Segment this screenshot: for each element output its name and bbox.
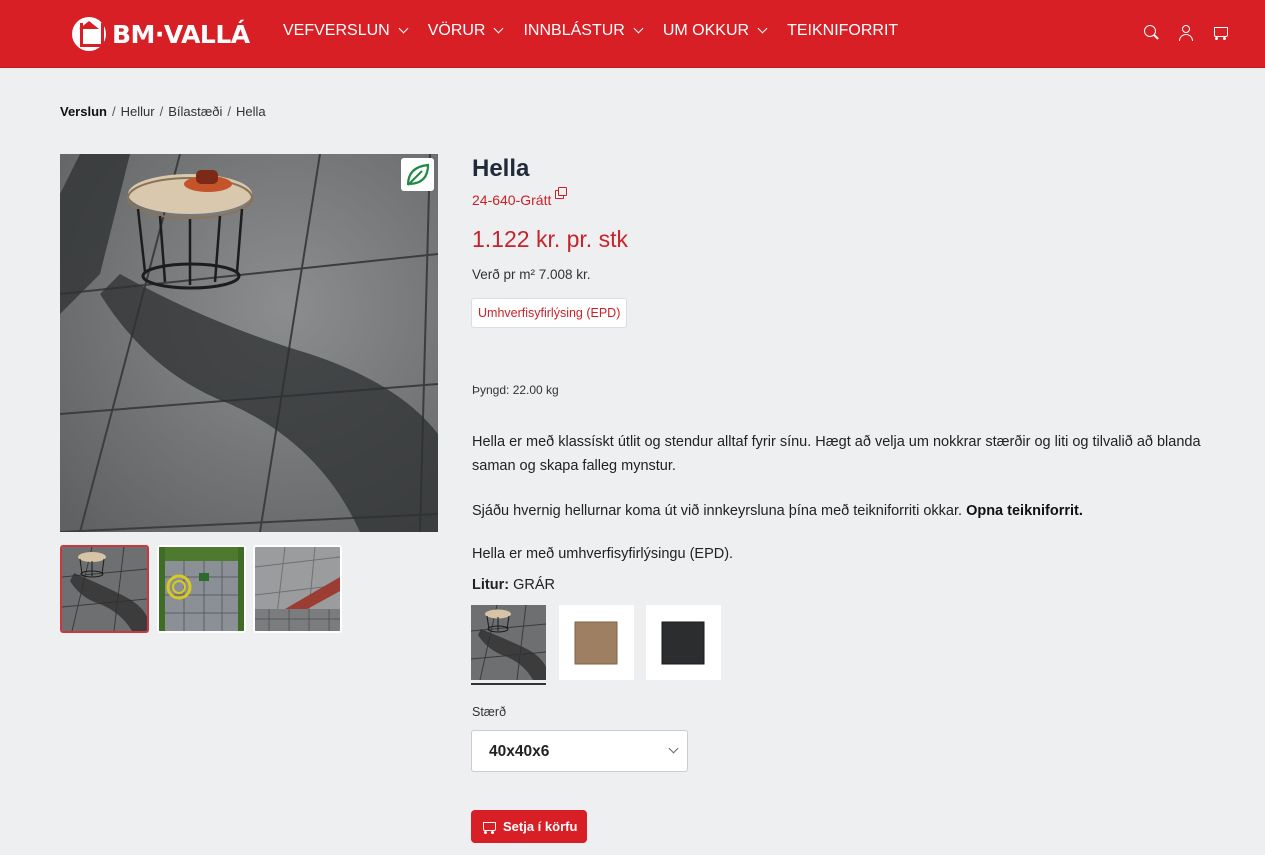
nav-item-vorur[interactable]: VÖRUR — [427, 22, 504, 40]
cart-icon — [481, 820, 496, 834]
user-icon[interactable] — [1177, 24, 1194, 41]
size-label: Stærð — [472, 705, 507, 719]
main-nav: VEFVERSLUN VÖRUR INNBLÁSTUR UM OKKUR TEI… — [283, 22, 919, 40]
thumbnail-3[interactable] — [253, 545, 342, 633]
swatch-black-image — [646, 605, 721, 680]
copy-icon[interactable] — [555, 187, 568, 199]
swatch-brown-image — [559, 605, 634, 680]
size-select[interactable]: 40x40x6 — [471, 730, 688, 772]
nav-label: VÖRUR — [427, 22, 486, 39]
swatch-black[interactable] — [646, 605, 721, 680]
nav-label: UM OKKUR — [662, 22, 750, 39]
chevron-down-icon — [757, 23, 768, 34]
logo[interactable]: BM·VALLÁ — [72, 16, 250, 52]
nav-item-innblastur[interactable]: INNBLÁSTUR — [523, 22, 644, 40]
breadcrumb: Verslun / Hellur / Bílastæði / Hella — [60, 104, 266, 119]
thumbnail-hose-image — [159, 547, 244, 631]
color-value: GRÁR — [513, 577, 555, 593]
color-label-key: Litur: — [472, 577, 510, 593]
breadcrumb-hellur[interactable]: Hellur — [121, 104, 155, 119]
sku-text: 24-640-Grátt — [472, 192, 552, 208]
swatch-grey[interactable] — [471, 605, 546, 680]
swatch-grey-image — [471, 605, 546, 680]
thumbnail-table-image — [62, 547, 147, 631]
header-icons — [1143, 24, 1228, 41]
breadcrumb-separator: / — [227, 104, 232, 119]
chevron-down-icon — [398, 23, 409, 34]
paving-table-photo — [60, 154, 438, 532]
nav-label: TEIKNIFORRIT — [787, 22, 899, 39]
nav-label: VEFVERSLUN — [283, 22, 390, 39]
breadcrumb-verslun[interactable]: Verslun — [60, 104, 107, 119]
leaf-icon — [406, 163, 429, 186]
chevron-down-icon — [668, 743, 679, 754]
nav-item-vefverslun[interactable]: VEFVERSLUN — [283, 22, 409, 40]
product-price: 1.122 kr. pr. stk — [472, 226, 628, 252]
product-sku: 24-640-Grátt — [472, 187, 568, 208]
thumbnail-2[interactable] — [157, 545, 246, 633]
thumbnail-border-image — [255, 547, 340, 631]
cart-icon[interactable] — [1211, 24, 1228, 41]
nav-label: INNBLÁSTUR — [523, 22, 625, 39]
size-select-value: 40x40x6 — [489, 743, 550, 760]
epd-text: Hella er með umhverfisyfirlýsingu (EPD). — [472, 546, 734, 562]
add-to-cart-button[interactable]: Setja í körfu — [471, 810, 588, 843]
product-description: Hella er með klassískt útlit og stendur … — [472, 434, 1201, 474]
product-weight: Þyngd: 22.00 kg — [472, 383, 559, 397]
logo-mark-icon — [72, 17, 106, 51]
thumbnail-1[interactable] — [60, 545, 149, 633]
logo-text: BM·VALLÁ — [112, 19, 250, 49]
price-per-m2: Verð pr m² 7.008 kr. — [472, 267, 591, 282]
search-icon[interactable] — [1143, 24, 1160, 41]
epd-button[interactable]: Umhverfisyfirlýsing (EPD) — [471, 298, 628, 328]
color-label: Litur: GRÁR — [472, 577, 555, 593]
chevron-down-icon — [633, 23, 644, 34]
swatch-brown[interactable] — [559, 605, 634, 680]
breadcrumb-bilastaedi[interactable]: Bílastæði — [168, 104, 222, 119]
open-planner-link[interactable]: Opna teikniforrit. — [966, 503, 1083, 519]
add-to-cart-label: Setja í körfu — [503, 819, 578, 834]
planner-sentence: Sjáðu hvernig hellurnar koma út við innk… — [472, 503, 963, 519]
nav-item-teikniforrit[interactable]: TEIKNIFORRIT — [787, 22, 898, 40]
product-title: Hella — [472, 155, 530, 182]
site-header: BM·VALLÁ VEFVERSLUN VÖRUR INNBLÁSTUR UM … — [0, 0, 1265, 68]
product-main-image[interactable] — [60, 154, 438, 532]
chevron-down-icon — [494, 23, 504, 34]
planner-text: Sjáðu hvernig hellurnar koma út við innk… — [472, 503, 1083, 519]
eco-badge — [401, 158, 434, 191]
breadcrumb-separator: / — [159, 104, 164, 119]
nav-item-um-okkur[interactable]: UM OKKUR — [662, 22, 768, 40]
selected-swatch-indicator — [471, 683, 546, 685]
breadcrumb-current: Hella — [236, 104, 266, 119]
breadcrumb-separator: / — [111, 104, 116, 119]
